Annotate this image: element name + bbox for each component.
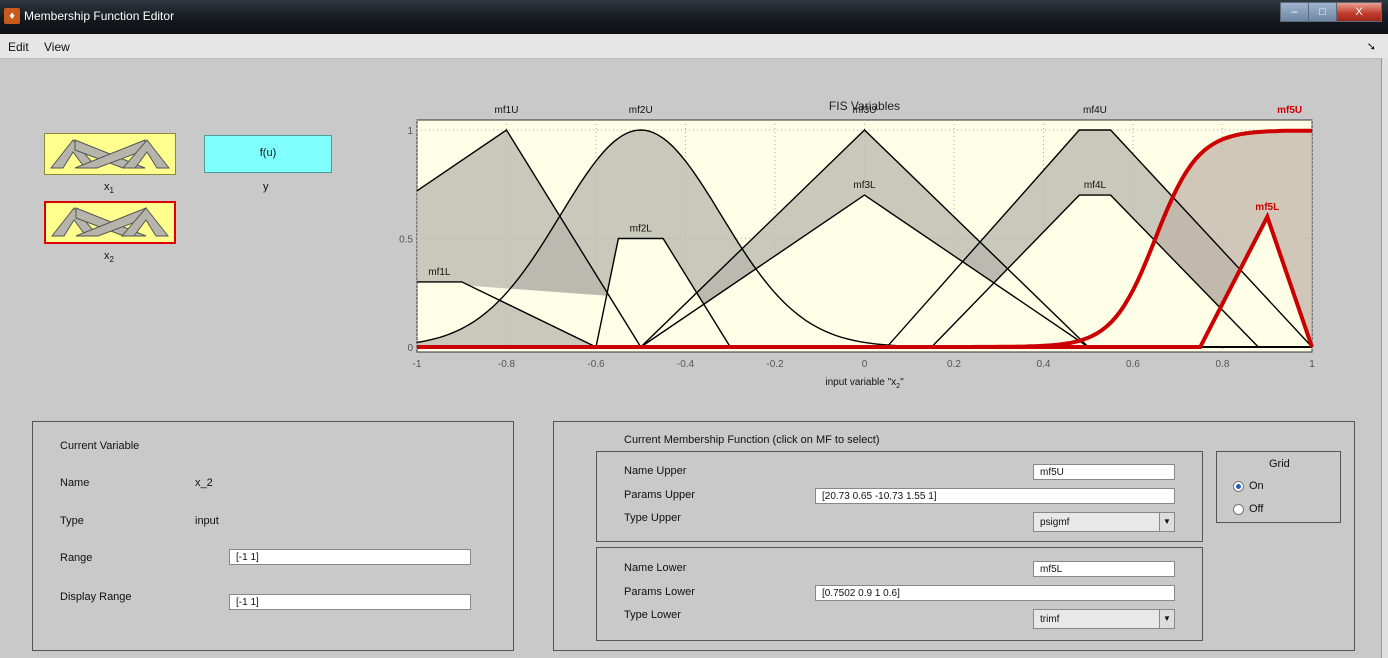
- params-lower-label: Params Lower: [624, 586, 695, 598]
- y-tick-label: 0: [407, 343, 413, 354]
- matlab-app-icon: ♦: [4, 8, 20, 24]
- output-y-label: y: [263, 181, 269, 193]
- mf1L-label[interactable]: mf1L: [428, 267, 451, 278]
- grid-title: Grid: [1269, 458, 1290, 470]
- fis-variables-plot[interactable]: FIS Variables -1 -0.8 -0.6 -0.4 -0.2 0 0.2 0.4 0.…: [380, 95, 1330, 405]
- mf5U-label[interactable]: mf5U: [1277, 105, 1302, 116]
- output-block[interactable]: f(u): [204, 135, 332, 173]
- mf5L-label[interactable]: mf5L: [1255, 202, 1279, 213]
- current-mf-panel: Current Membership Function (click on MF…: [553, 421, 1355, 651]
- menu-bar: Edit View ➘: [0, 34, 1388, 59]
- current-variable-panel: Current Variable Name x_2 Type input Ran…: [32, 421, 514, 651]
- grid-panel: Grid On Off: [1216, 451, 1341, 523]
- mf4U-label[interactable]: mf4U: [1083, 105, 1107, 116]
- grid-off-label[interactable]: Off: [1249, 503, 1263, 515]
- mf4L-label[interactable]: mf4L: [1084, 180, 1107, 191]
- type-lower-value: trimf: [1040, 614, 1060, 625]
- mf-plot-svg[interactable]: FIS Variables-1 -0.8 -0.6 -0.4 -0.2 0 0.2 0.4 0.…: [380, 95, 1330, 405]
- grid-on-label[interactable]: On: [1249, 480, 1264, 492]
- x-tick-label: -0.2: [766, 359, 784, 370]
- window-controls: – □ X: [1280, 2, 1382, 22]
- lower-mf-group: Name Lower mf5L Params Lower [0.7502 0.9…: [596, 547, 1203, 641]
- name-lower-input[interactable]: mf5L: [1033, 561, 1175, 577]
- window-title: Membership Function Editor: [24, 9, 175, 23]
- maximize-button[interactable]: □: [1308, 2, 1337, 22]
- right-edge-scrollbar[interactable]: [1381, 58, 1388, 658]
- name-upper-label: Name Upper: [624, 465, 687, 477]
- range-input[interactable]: [-1 1]: [229, 549, 471, 565]
- chevron-down-icon[interactable]: ▼: [1159, 610, 1174, 628]
- type-lower-label: Type Lower: [624, 609, 681, 621]
- variable-name-label: Name: [60, 477, 90, 489]
- x-tick-label: 0.8: [1216, 359, 1230, 370]
- output-function-label: f(u): [259, 147, 277, 159]
- mf1U-label[interactable]: mf1U: [495, 105, 519, 116]
- grid-on-radio[interactable]: [1233, 481, 1244, 492]
- input-x1-mf-icon: [49, 139, 171, 169]
- name-lower-label: Name Lower: [624, 562, 687, 574]
- type-upper-label: Type Upper: [624, 512, 681, 524]
- type-upper-select[interactable]: psigmf ▼: [1033, 512, 1175, 532]
- input-x2-block[interactable]: [44, 201, 176, 244]
- type-upper-value: psigmf: [1040, 517, 1070, 528]
- mf2U-label[interactable]: mf2U: [629, 105, 653, 116]
- chevron-down-icon[interactable]: ▼: [1159, 513, 1174, 531]
- x-axis-label: input variable "x2": [825, 377, 904, 390]
- display-range-label: Display Range: [60, 591, 132, 603]
- input-x2-label: x2: [104, 250, 114, 265]
- x-tick-label: 0: [862, 359, 868, 370]
- y-tick-label: 1: [407, 126, 413, 137]
- mf3L-label[interactable]: mf3L: [853, 180, 876, 191]
- x-tick-label: -0.4: [677, 359, 695, 370]
- params-upper-label: Params Upper: [624, 489, 695, 501]
- input-x1-label: x1: [104, 181, 114, 196]
- close-button[interactable]: X: [1336, 2, 1382, 22]
- params-lower-input[interactable]: [0.7502 0.9 1 0.6]: [815, 585, 1175, 601]
- x-tick-label: 0.2: [947, 359, 961, 370]
- input-x2-mf-icon: [50, 207, 170, 237]
- menu-view[interactable]: View: [44, 40, 70, 54]
- current-variable-title: Current Variable: [60, 440, 140, 452]
- mf2L-label[interactable]: mf2L: [630, 224, 653, 235]
- dock-arrow-icon[interactable]: ➘: [1367, 40, 1376, 53]
- grid-off-radio[interactable]: [1233, 504, 1244, 515]
- x-tick-label: 0.6: [1126, 359, 1140, 370]
- upper-mf-group: Name Upper mf5U Params Upper [20.73 0.65…: [596, 451, 1203, 542]
- type-lower-select[interactable]: trimf ▼: [1033, 609, 1175, 629]
- x-tick-label: 0.4: [1037, 359, 1051, 370]
- range-label: Range: [60, 552, 93, 564]
- title-bar: ♦ Membership Function Editor – □ X: [0, 0, 1388, 34]
- minimize-button[interactable]: –: [1280, 2, 1309, 22]
- x-tick-label: -0.8: [498, 359, 516, 370]
- mf3U-label[interactable]: mf3U: [853, 105, 877, 116]
- params-upper-input[interactable]: [20.73 0.65 -10.73 1.55 1]: [815, 488, 1175, 504]
- variable-name-value: x_2: [195, 477, 213, 489]
- variable-type-value: input: [195, 515, 219, 527]
- name-upper-input[interactable]: mf5U: [1033, 464, 1175, 480]
- variable-type-label: Type: [60, 515, 84, 527]
- x-tick-label: -0.6: [587, 359, 605, 370]
- x-tick-label: 1: [1309, 359, 1315, 370]
- current-mf-title: Current Membership Function (click on MF…: [624, 434, 880, 446]
- y-tick-label: 0.5: [399, 235, 413, 246]
- menu-edit[interactable]: Edit: [8, 40, 29, 54]
- input-x1-block[interactable]: [44, 133, 176, 175]
- display-range-input[interactable]: [-1 1]: [229, 594, 471, 610]
- x-tick-label: -1: [413, 359, 422, 370]
